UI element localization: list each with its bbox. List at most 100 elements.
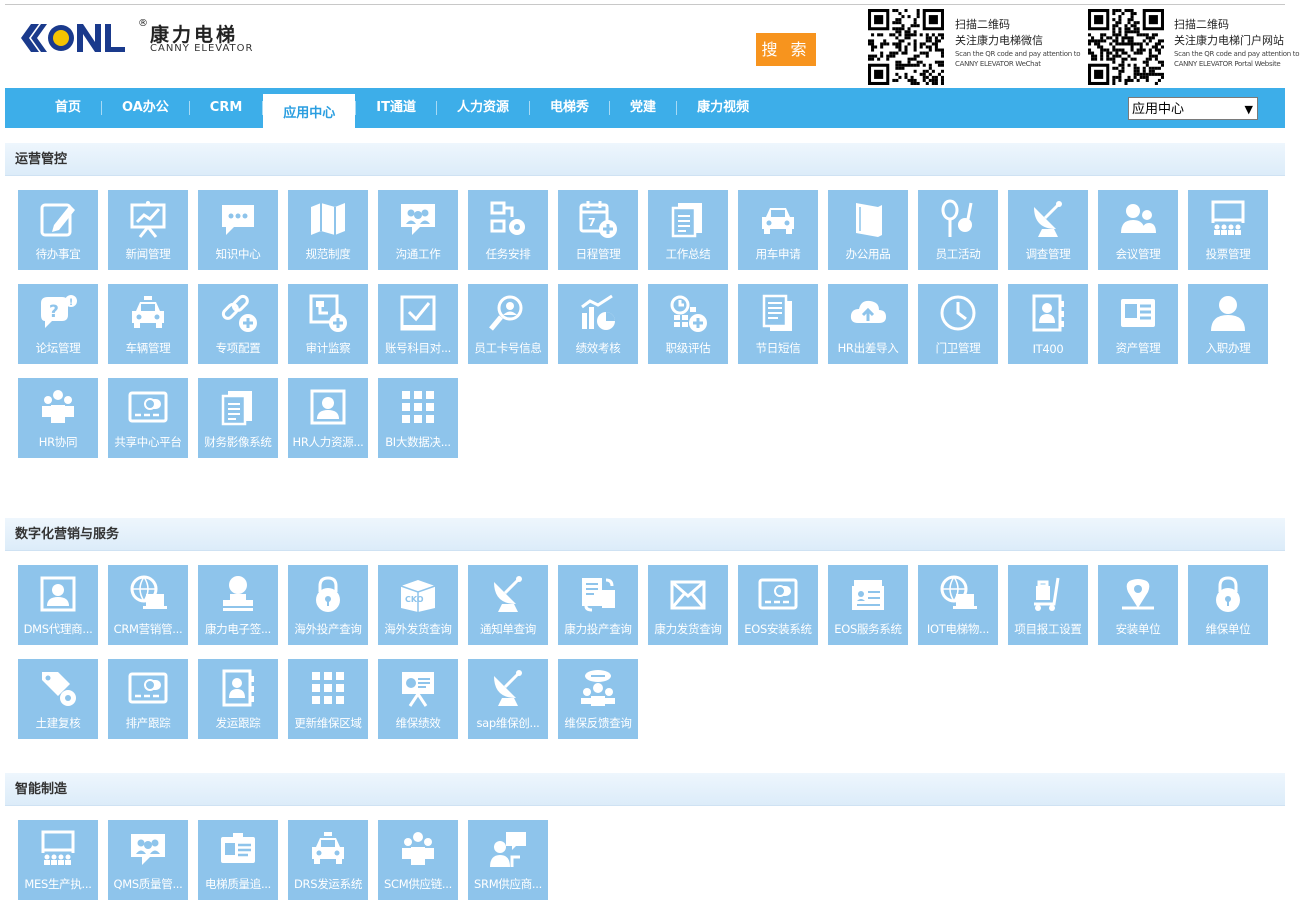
lock-icon [1216, 576, 1240, 612]
app-tile[interactable]: 维保单位 [1188, 565, 1268, 645]
nav-item[interactable]: IT通道 [356, 88, 436, 128]
app-tile[interactable]: 安装单位 [1098, 565, 1178, 645]
app-tile[interactable]: 规范制度 [288, 190, 368, 270]
app-tile[interactable]: 专项配置 [198, 284, 278, 364]
audience-screen-icon [1211, 200, 1245, 235]
luggage-cart-icon [1034, 577, 1060, 611]
globe-laptop-icon [130, 575, 167, 609]
app-tile[interactable]: 知识中心 [198, 190, 278, 270]
app-tile[interactable]: 沟通工作 [378, 190, 458, 270]
app-tile[interactable]: 调查管理 [1008, 190, 1088, 270]
search-button[interactable]: 搜 索 [756, 33, 816, 66]
section-header-marketing: 数字化营销与服务 [5, 518, 1285, 551]
app-tile[interactable]: 账号科目对... [378, 284, 458, 364]
app-tile[interactable]: 入职办理 [1188, 284, 1268, 364]
app-tile[interactable]: 用车申请 [738, 190, 818, 270]
app-tile[interactable]: 节日短信 [738, 284, 818, 364]
app-tile[interactable]: 员工活动 [918, 190, 998, 270]
app-tile-label: 共享中心平台 [114, 435, 182, 449]
app-tile[interactable]: 共享中心平台 [108, 378, 188, 458]
company-logo[interactable]: ® 康力电梯 CANNY ELEVATOR [17, 18, 252, 58]
app-tile[interactable]: CKO 海外发货查询 [378, 565, 458, 645]
app-tile-label: QMS质量管... [113, 877, 183, 891]
app-tile[interactable]: 审计监察 [288, 284, 368, 364]
app-tile[interactable]: 员工卡号信息 [468, 284, 548, 364]
app-tile[interactable]: HR人力资源... [288, 378, 368, 458]
app-tile[interactable]: 车辆管理 [108, 284, 188, 364]
car-icon [762, 208, 794, 234]
app-tile[interactable]: 任务安排 [468, 190, 548, 270]
badge-card-icon [221, 833, 255, 863]
app-tile[interactable]: CRM营销管... [108, 565, 188, 645]
app-tile[interactable]: EOS安装系统 [738, 565, 818, 645]
app-tile[interactable]: HR协同 [18, 378, 98, 458]
app-tile[interactable]: 办公用品 [828, 190, 908, 270]
app-tile[interactable]: 项目报工设置 [1008, 565, 1088, 645]
nav-item[interactable]: 康力视频 [677, 88, 769, 128]
app-tile[interactable]: HR出差导入 [828, 284, 908, 364]
select-value: 应用中心 [1132, 102, 1185, 117]
app-tile[interactable]: MES生产执... [18, 820, 98, 900]
user-portrait-icon [310, 389, 346, 425]
app-tile[interactable]: sap维保创... [468, 659, 548, 739]
app-center-select[interactable]: 应用中心 ▼ [1128, 97, 1258, 120]
app-tile[interactable]: SCM供应链... [378, 820, 458, 900]
app-tile[interactable]: DRS发运系统 [288, 820, 368, 900]
app-tile[interactable]: 土建复核 [18, 659, 98, 739]
qr-caption-en1: Scan the QR code and pay attention to [955, 50, 1081, 58]
app-tile[interactable]: ?! 论坛管理 [18, 284, 98, 364]
mail-box-icon [670, 580, 706, 610]
nav-item[interactable]: 首页 [35, 88, 101, 128]
app-tile[interactable]: 康力发货查询 [648, 565, 728, 645]
app-tile[interactable]: 电梯质量追... [198, 820, 278, 900]
app-tile-label: SRM供应商... [474, 877, 542, 891]
nav-item[interactable]: CRM [190, 88, 263, 128]
app-tile[interactable]: 排产跟踪 [108, 659, 188, 739]
contact-book-icon [222, 669, 254, 707]
app-tile[interactable]: 职级评估 [648, 284, 728, 364]
nav-item[interactable]: 电梯秀 [530, 88, 609, 128]
svg-text:?: ? [49, 302, 59, 322]
app-tile[interactable]: 会议管理 [1098, 190, 1178, 270]
card-toggle-icon [128, 672, 168, 704]
app-tile[interactable]: 维保绩效 [378, 659, 458, 739]
lock-icon [316, 576, 340, 612]
app-tile[interactable]: 绩效考核 [558, 284, 638, 364]
nav-item[interactable]: 党建 [610, 88, 676, 128]
cloud-upload-icon [850, 300, 886, 323]
app-tile-label: 专项配置 [215, 341, 261, 355]
team-icon [402, 832, 434, 865]
app-tile[interactable]: 维保反馈查询 [558, 659, 638, 739]
link-add-icon [221, 294, 257, 332]
app-tile[interactable]: 门卫管理 [918, 284, 998, 364]
app-tile[interactable]: IOT电梯物... [918, 565, 998, 645]
app-tile-label: 项目报工设置 [1014, 622, 1082, 636]
box-icon: CKO [400, 580, 436, 612]
app-tile-label: 安装单位 [1115, 622, 1161, 636]
app-tile[interactable]: IT400 [1008, 284, 1088, 364]
app-tile[interactable]: 工作总结 [648, 190, 728, 270]
app-tile[interactable]: 财务影像系统 [198, 378, 278, 458]
app-tile[interactable]: 资产管理 [1098, 284, 1178, 364]
app-tile[interactable]: BI大数据决... [378, 378, 458, 458]
app-tile[interactable]: 康力电子签... [198, 565, 278, 645]
app-tile[interactable]: EOS服务系统 [828, 565, 908, 645]
app-tile[interactable]: DMS代理商... [18, 565, 98, 645]
svg-text:!: ! [69, 298, 73, 308]
nav-item[interactable]: OA办公 [102, 88, 189, 128]
tile-grid-marketing: DMS代理商... CRM营销管... 康力电子签... 海外投产查询 CKO 海外发货查… [18, 565, 1268, 739]
app-tile[interactable]: 通知单查询 [468, 565, 548, 645]
app-tile[interactable]: 新闻管理 [108, 190, 188, 270]
nav-item[interactable]: 人力资源 [437, 88, 529, 128]
app-tile[interactable]: 海外投产查询 [288, 565, 368, 645]
app-tile[interactable]: 投票管理 [1188, 190, 1268, 270]
app-tile[interactable]: 更新维保区域 [288, 659, 368, 739]
app-tile-label: 康力电子签... [204, 622, 272, 636]
nav-item[interactable]: 应用中心 [263, 94, 356, 128]
app-tile[interactable]: 发运跟踪 [198, 659, 278, 739]
app-tile[interactable]: SRM供应商... [468, 820, 548, 900]
app-tile[interactable]: 康力投产查询 [558, 565, 638, 645]
app-tile[interactable]: 7 日程管理 [558, 190, 638, 270]
app-tile[interactable]: QMS质量管... [108, 820, 188, 900]
app-tile[interactable]: 待办事宜 [18, 190, 98, 270]
